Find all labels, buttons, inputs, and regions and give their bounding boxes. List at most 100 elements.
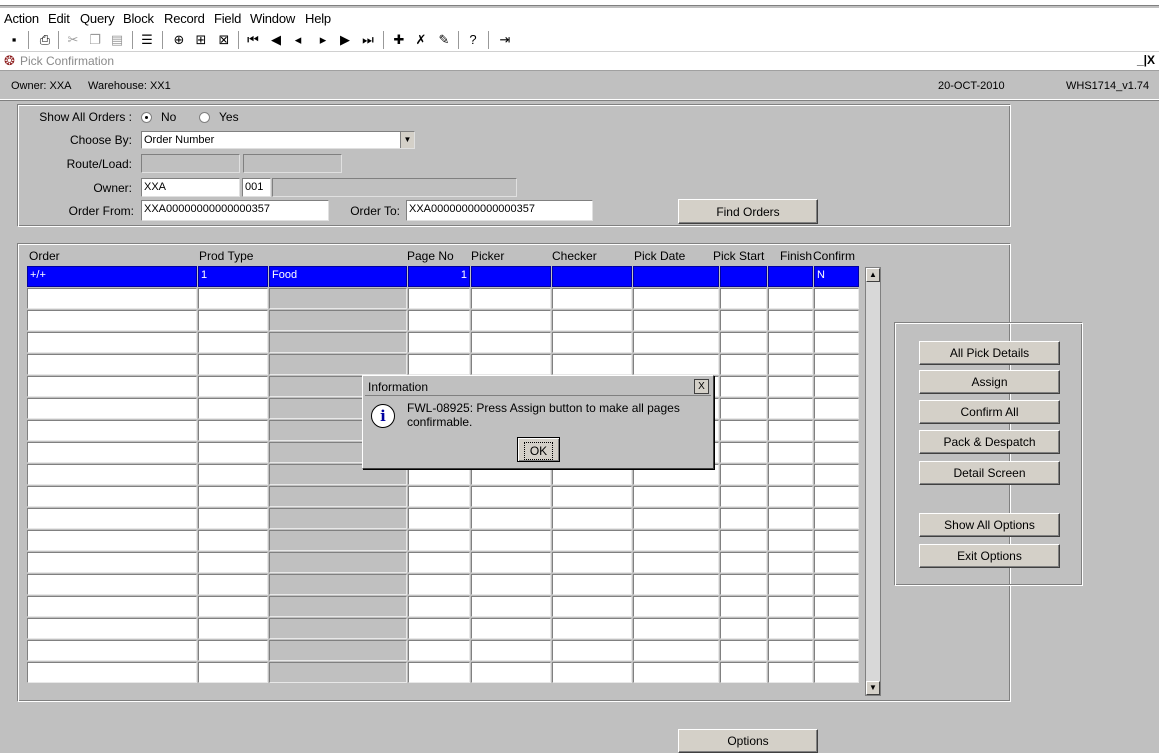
copy-icon[interactable]: ❐ <box>86 31 104 49</box>
table-cell[interactable] <box>471 332 551 353</box>
table-cell[interactable] <box>720 332 767 353</box>
exit-options-button[interactable]: Exit Options <box>919 544 1060 568</box>
table-cell[interactable] <box>27 354 197 375</box>
table-cell[interactable] <box>471 310 551 331</box>
table-cell[interactable] <box>198 310 268 331</box>
table-cell[interactable] <box>720 508 767 529</box>
paste-icon[interactable]: ▤ <box>108 31 126 49</box>
table-cell[interactable] <box>27 640 197 661</box>
scroll-down-icon[interactable]: ▼ <box>866 681 880 695</box>
all-pick-details-button[interactable]: All Pick Details <box>919 341 1060 365</box>
table-cell[interactable] <box>633 618 719 639</box>
table-cell[interactable] <box>814 508 859 529</box>
table-cell[interactable] <box>471 574 551 595</box>
table-cell[interactable] <box>720 552 767 573</box>
table-cell[interactable] <box>552 530 632 551</box>
table-cell[interactable] <box>552 310 632 331</box>
table-cell[interactable] <box>27 420 197 441</box>
detail-screen-button[interactable]: Detail Screen <box>919 461 1060 485</box>
next-set-icon[interactable]: ▶ <box>336 31 354 49</box>
table-cell[interactable] <box>768 442 813 463</box>
table-cell[interactable] <box>814 310 859 331</box>
table-cell[interactable] <box>720 640 767 661</box>
window-controls[interactable]: _|X <box>1137 53 1155 67</box>
table-cell[interactable] <box>27 618 197 639</box>
table-cell[interactable] <box>552 354 632 375</box>
cell-order[interactable]: +/+ <box>27 266 197 287</box>
add-icon[interactable]: ✚ <box>390 31 408 49</box>
table-cell[interactable] <box>814 288 859 309</box>
owner-field[interactable]: XXA <box>141 178 240 197</box>
table-cell[interactable] <box>814 332 859 353</box>
menu-query[interactable]: Query <box>80 11 115 26</box>
table-cell[interactable] <box>814 420 859 441</box>
table-cell[interactable] <box>720 398 767 419</box>
table-cell[interactable] <box>408 354 470 375</box>
table-cell[interactable] <box>27 332 197 353</box>
table-cell[interactable] <box>408 552 470 573</box>
table-cell[interactable] <box>633 662 719 683</box>
table-cell[interactable] <box>720 376 767 397</box>
table-cell[interactable] <box>198 442 268 463</box>
exit-icon[interactable]: ⇥ <box>496 31 514 49</box>
insert-record-icon[interactable]: ⊕ <box>170 31 188 49</box>
pack-despatch-button[interactable]: Pack & Despatch <box>919 430 1060 454</box>
table-cell[interactable] <box>720 618 767 639</box>
table-cell[interactable] <box>814 398 859 419</box>
table-cell[interactable] <box>27 508 197 529</box>
show-all-no-radio[interactable] <box>141 112 152 123</box>
table-cell[interactable] <box>814 376 859 397</box>
show-all-yes-radio[interactable] <box>199 112 210 123</box>
table-cell[interactable] <box>768 332 813 353</box>
table-cell[interactable] <box>27 376 197 397</box>
table-cell[interactable] <box>552 618 632 639</box>
menu-window[interactable]: Window <box>250 11 295 26</box>
cell-confirm[interactable]: N <box>814 266 859 287</box>
table-cell[interactable] <box>720 354 767 375</box>
owner-code-field[interactable]: 001 <box>242 178 271 197</box>
table-cell[interactable] <box>27 596 197 617</box>
table-cell[interactable] <box>552 662 632 683</box>
clear-record-icon[interactable]: ⊠ <box>215 31 233 49</box>
scroll-up-icon[interactable]: ▲ <box>866 268 880 282</box>
table-cell[interactable] <box>198 662 268 683</box>
table-cell[interactable] <box>633 574 719 595</box>
table-cell[interactable] <box>720 442 767 463</box>
table-cell[interactable] <box>814 486 859 507</box>
previous-set-icon[interactable]: ◀ <box>267 31 285 49</box>
table-cell[interactable] <box>408 640 470 661</box>
table-cell[interactable] <box>471 618 551 639</box>
table-cell[interactable] <box>198 530 268 551</box>
table-cell[interactable] <box>198 420 268 441</box>
table-cell[interactable] <box>198 640 268 661</box>
table-cell[interactable] <box>814 596 859 617</box>
table-cell[interactable] <box>471 354 551 375</box>
table-cell[interactable] <box>408 530 470 551</box>
table-cell[interactable] <box>198 332 268 353</box>
table-cell[interactable] <box>768 552 813 573</box>
confirm-all-button[interactable]: Confirm All <box>919 400 1060 424</box>
table-cell[interactable] <box>814 354 859 375</box>
table-cell[interactable] <box>408 288 470 309</box>
table-cell[interactable] <box>27 464 197 485</box>
close-icon[interactable]: X <box>694 379 709 394</box>
table-cell[interactable] <box>768 640 813 661</box>
cell-prod-type[interactable]: 1 <box>198 266 268 287</box>
table-cell[interactable] <box>633 552 719 573</box>
table-cell[interactable] <box>471 288 551 309</box>
order-from-field[interactable]: XXA00000000000000357 <box>141 200 329 221</box>
table-cell[interactable] <box>198 618 268 639</box>
assign-button[interactable]: Assign <box>919 370 1060 394</box>
table-cell[interactable] <box>814 574 859 595</box>
table-cell[interactable] <box>720 574 767 595</box>
menu-field[interactable]: Field <box>214 11 241 26</box>
table-cell[interactable] <box>27 310 197 331</box>
table-cell[interactable] <box>768 530 813 551</box>
table-cell[interactable] <box>720 310 767 331</box>
table-cell[interactable] <box>768 618 813 639</box>
table-cell[interactable] <box>408 508 470 529</box>
table-cell[interactable] <box>471 640 551 661</box>
table-cell[interactable] <box>633 596 719 617</box>
table-cell[interactable] <box>198 486 268 507</box>
table-cell[interactable] <box>768 574 813 595</box>
